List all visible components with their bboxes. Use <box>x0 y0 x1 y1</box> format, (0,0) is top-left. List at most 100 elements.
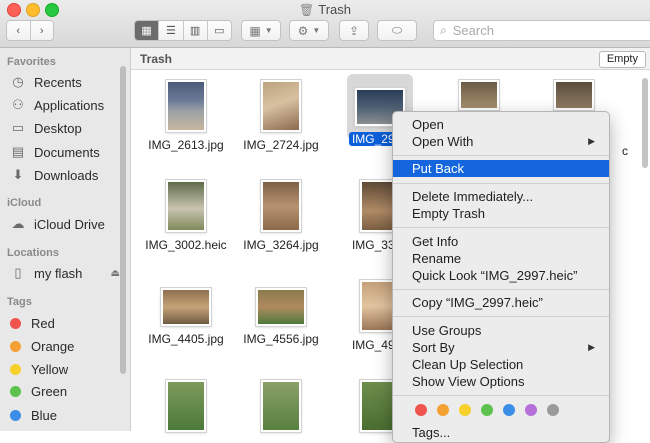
menu-item-put-back[interactable]: Put Back <box>393 160 609 177</box>
sidebar-item-my-flash[interactable]: ▯ my flash ⏏ <box>10 263 120 283</box>
sidebar-section-icloud: iCloud <box>7 197 42 209</box>
file-item[interactable] <box>231 380 331 432</box>
back-button[interactable]: ‹ <box>7 21 31 40</box>
column-view-button[interactable]: ▥ <box>183 21 208 40</box>
window-title: 🗑 Trash <box>299 2 351 17</box>
search-placeholder: Search <box>452 23 494 38</box>
thumbnail <box>166 80 206 132</box>
menu-item-get-info[interactable]: Get Info <box>393 233 609 250</box>
clock-icon: ◷ <box>12 74 24 89</box>
menu-item-quick-look[interactable]: Quick Look “IMG_2997.heic” <box>393 267 609 284</box>
menu-item-rename[interactable]: Rename <box>393 250 609 267</box>
document-icon: ▤ <box>11 144 25 159</box>
menu-item-open[interactable]: Open <box>393 116 609 133</box>
thumbnail <box>554 80 594 110</box>
chevron-left-icon: ‹ <box>16 24 21 37</box>
sidebar-item-tag-blue[interactable]: Blue <box>4 405 114 425</box>
gear-icon: ⚙ <box>297 23 309 38</box>
sidebar-item-recents[interactable]: ◷ Recents <box>10 72 120 92</box>
sidebar-item-downloads[interactable]: ⬇ Downloads <box>10 165 120 185</box>
file-item[interactable]: IMG_4405.jpg <box>136 280 236 348</box>
menu-separator <box>393 155 609 156</box>
blue-tag-button[interactable] <box>503 404 515 416</box>
file-item[interactable]: IMG_2724.jpg <box>231 80 331 154</box>
menu-item-empty-trash[interactable]: Empty Trash <box>393 205 609 222</box>
path-bar: Trash Empty <box>131 48 650 70</box>
folder-name: Trash <box>140 52 173 66</box>
drive-icon: ▯ <box>14 265 22 280</box>
green-tag-icon <box>10 385 21 397</box>
thumbnail <box>261 180 301 232</box>
sidebar-item-tag-red[interactable]: Red <box>4 313 114 333</box>
orange-tag-button[interactable] <box>437 404 449 416</box>
file-item[interactable]: c <box>524 80 628 158</box>
blue-tag-icon <box>10 409 21 421</box>
menu-item-sort-by[interactable]: Sort By ▶ <box>393 339 609 356</box>
context-menu: Open Open With ▶ Put Back Delete Immediat… <box>392 111 610 443</box>
sidebar-item-icloud-drive[interactable]: ☁ iCloud Drive <box>10 214 120 234</box>
menu-item-tags[interactable]: Tags... <box>393 424 609 441</box>
list-view-button[interactable]: ☰ <box>159 21 184 40</box>
chevron-right-icon: › <box>39 24 44 37</box>
sidebar-item-tag-yellow[interactable]: Yellow <box>4 359 114 379</box>
file-item[interactable]: IMG_2613.jpg <box>136 80 236 154</box>
sidebar-item-tag-orange[interactable]: Orange <box>4 336 114 356</box>
search-icon: ⌕ <box>440 23 447 37</box>
submenu-arrow-icon: ▶ <box>588 342 595 352</box>
menu-separator <box>393 289 609 290</box>
forward-button[interactable]: › <box>30 21 53 40</box>
thumbnail <box>166 180 206 232</box>
file-item[interactable]: IMG_4556.jpg <box>231 280 331 348</box>
thumbnail <box>161 288 211 326</box>
sidebar-item-applications[interactable]: ⚇ Applications <box>10 95 120 115</box>
chevron-down-icon: ▼ <box>264 26 273 35</box>
tags-button[interactable]: ⬭ <box>377 20 417 41</box>
eject-icon[interactable]: ⏏ <box>111 268 120 279</box>
columns-icon: ▥ <box>189 25 201 37</box>
search-field[interactable]: ⌕ Search <box>433 20 650 41</box>
thumbnail <box>261 380 301 432</box>
menu-separator <box>393 395 609 396</box>
menu-item-clean-up-selection[interactable]: Clean Up Selection <box>393 356 609 373</box>
red-tag-button[interactable] <box>415 404 427 416</box>
file-item[interactable]: IMG_3264.jpg <box>231 180 331 254</box>
action-button[interactable]: ⚙ ▼ <box>289 20 329 41</box>
submenu-arrow-icon: ▶ <box>588 136 595 146</box>
file-item[interactable]: IMG_3002.heic <box>136 180 236 254</box>
sidebar-section-tags: Tags <box>7 296 32 308</box>
sidebar-item-tag-green[interactable]: Green <box>4 381 114 401</box>
share-button[interactable]: ⇪ <box>339 20 369 41</box>
menu-separator <box>393 316 609 317</box>
icon-view-button[interactable]: ▦ <box>135 21 160 40</box>
menu-item-show-view-options[interactable]: Show View Options <box>393 373 609 390</box>
file-item[interactable] <box>136 380 236 432</box>
empty-button[interactable]: Empty <box>598 51 646 68</box>
view-mode-control: ▦ ☰ ▥ ▭ <box>134 20 232 41</box>
yellow-tag-button[interactable] <box>459 404 471 416</box>
menu-item-open-with[interactable]: Open With ▶ <box>393 133 609 150</box>
thumbnail <box>459 80 499 110</box>
sidebar-section-locations: Locations <box>7 247 59 259</box>
menu-separator <box>393 227 609 228</box>
applications-icon: ⚇ <box>12 97 24 112</box>
orange-tag-icon <box>10 340 21 352</box>
sidebar-item-desktop[interactable]: ▭ Desktop <box>10 118 120 138</box>
grid-icon: ▦ <box>249 23 261 38</box>
menu-item-delete-immediately[interactable]: Delete Immediately... <box>393 188 609 205</box>
menu-item-copy[interactable]: Copy “IMG_2997.heic” <box>393 294 609 311</box>
sidebar-item-documents[interactable]: ▤ Documents <box>10 142 120 162</box>
download-icon: ⬇ <box>12 167 24 182</box>
green-tag-button[interactable] <box>481 404 493 416</box>
gallery-view-button[interactable]: ▭ <box>207 21 231 40</box>
menu-item-use-groups[interactable]: Use Groups <box>393 322 609 339</box>
back-forward-buttons: ‹ › <box>6 20 54 41</box>
sidebar-scrollbar[interactable] <box>120 66 126 374</box>
thumbnail <box>256 288 306 326</box>
file-item[interactable] <box>429 80 529 110</box>
purple-tag-button[interactable] <box>525 404 537 416</box>
group-button[interactable]: ▦ ▼ <box>241 20 281 41</box>
gray-tag-button[interactable] <box>547 404 559 416</box>
desktop-icon: ▭ <box>11 120 25 135</box>
sidebar-section-favorites: Favorites <box>7 56 56 68</box>
content-scrollbar[interactable] <box>642 78 648 168</box>
